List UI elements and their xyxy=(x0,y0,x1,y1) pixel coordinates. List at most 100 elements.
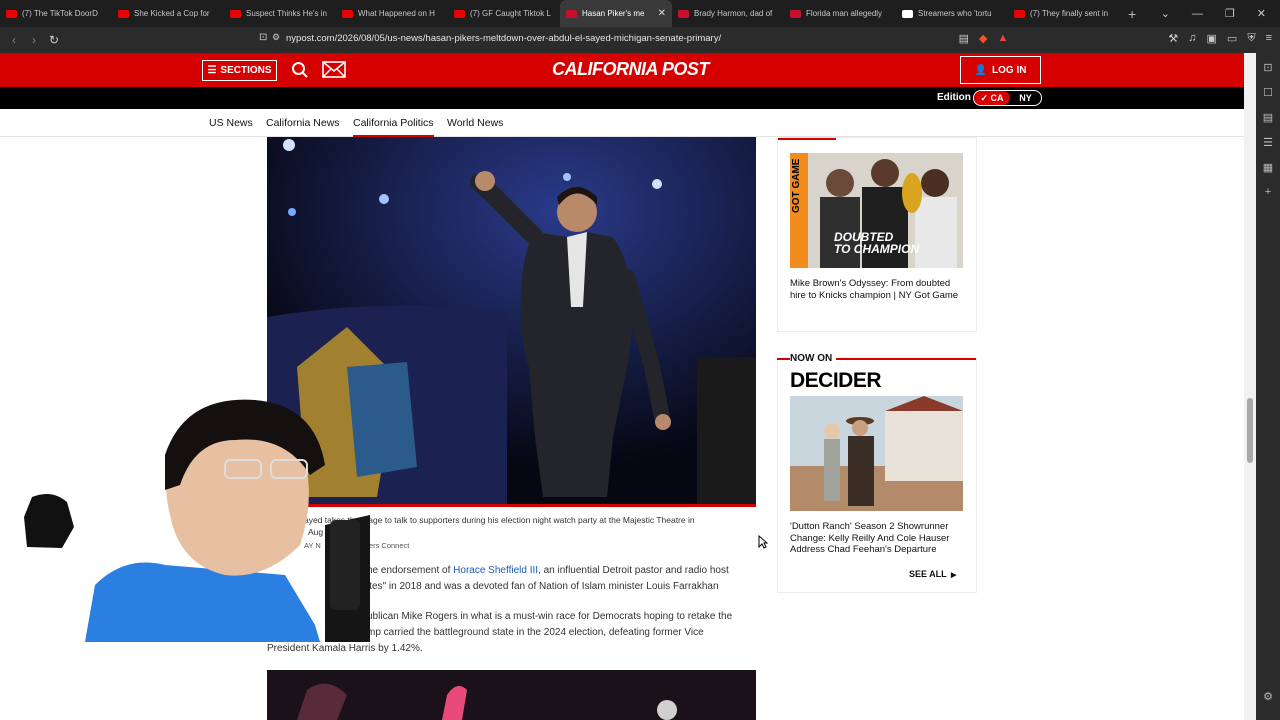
paragraph-text: , an influential Detroit pastor and radi… xyxy=(538,565,729,576)
dutton-ranch-headline[interactable]: 'Dutton Ranch' Season 2 Showrunner Chang… xyxy=(790,521,966,556)
browser-tab[interactable]: Streamers who 'tortu xyxy=(896,0,1008,27)
mail-icon[interactable] xyxy=(322,61,346,78)
sidepanel-icon[interactable]: ⊡ xyxy=(1263,61,1272,74)
sections-button[interactable]: ☰ SECTIONS xyxy=(202,60,277,81)
vpn-icon[interactable]: ⛨ xyxy=(1247,32,1255,45)
tab-title: (7) The TikTok DoorD xyxy=(22,9,98,18)
photo-caption: ayed takes the stage to talk to supporte… xyxy=(304,514,754,538)
tab-title: (7) They finally sent in xyxy=(1030,9,1109,18)
decider-logo[interactable]: DECIDER xyxy=(790,369,882,393)
sections-label: SECTIONS xyxy=(220,65,272,76)
got-game-badge-text: GOT GAME xyxy=(791,158,802,213)
url-field[interactable]: nypost.com/2026/08/05/us-news/hasan-pike… xyxy=(286,33,721,44)
scroll-thumb[interactable] xyxy=(1247,398,1253,463)
page-scrollbar[interactable] xyxy=(1244,53,1256,720)
user-icon: 👤 xyxy=(974,64,987,76)
youtube-icon xyxy=(1014,9,1025,18)
rewards-icon[interactable]: ▲ xyxy=(998,32,1009,45)
browser-tab[interactable]: Florida man allegedly xyxy=(784,0,896,27)
login-button[interactable]: 👤 LOG IN xyxy=(960,56,1041,84)
got-game-illustration: GOT GAME DOUBTED TO CHAMPION xyxy=(790,153,963,268)
browser-tab[interactable]: What Happened on H xyxy=(336,0,448,27)
login-label: LOG IN xyxy=(992,64,1027,76)
wallet-icon[interactable]: ▭ xyxy=(1227,32,1237,45)
edition-ca-option[interactable]: ✓ CA xyxy=(974,91,1010,105)
twitch-icon xyxy=(902,9,913,18)
paragraph-text: President Kamala Harris by 1.42%. xyxy=(267,643,423,654)
reader-icon[interactable]: ▤ xyxy=(959,32,969,45)
edition-bar: Edition ✓ CA NY xyxy=(0,87,1244,109)
to-champion-text: TO CHAMPION xyxy=(834,242,919,256)
paragraph-text: ublican Mike Rogers in what is a must-wi… xyxy=(367,611,733,622)
browser-tab[interactable]: She Kicked a Cop for xyxy=(112,0,224,27)
window-controls: ⌄ — ❐ ✕ xyxy=(1161,0,1280,27)
minimize-icon[interactable]: — xyxy=(1192,8,1203,20)
subnav-california-news[interactable]: California News xyxy=(266,117,340,129)
tab-title: Hasan Piker's me xyxy=(582,9,645,18)
site-logo[interactable]: CALIFORNIA POST xyxy=(552,59,709,80)
streamer-illustration xyxy=(85,399,370,642)
address-bar: ‹ › ↻ ⊡ ⚙ nypost.com/2026/08/05/us-news/… xyxy=(0,27,1280,53)
tab-title: Suspect Thinks He's in xyxy=(246,9,327,18)
nypost-icon xyxy=(790,9,801,18)
music-icon[interactable]: ♫ xyxy=(1188,32,1196,45)
settings-gear-icon[interactable]: ⚙ xyxy=(1263,690,1273,703)
bookmark-icon[interactable]: ⊡ xyxy=(259,32,267,43)
search-icon[interactable] xyxy=(291,61,309,79)
browser-tab-bar: (7) The TikTok DoorD She Kicked a Cop fo… xyxy=(0,0,1280,27)
sidepanel-icon[interactable]: ▦ xyxy=(1263,161,1273,174)
toolbar-icons: ▤ ◆ ▲ ⚒ ♫ ▣ ▭ ⛨ ≡ xyxy=(959,32,1272,45)
browser-tab-active[interactable]: Hasan Piker's me ✕ xyxy=(560,0,672,27)
brave-shield-icon[interactable]: ◆ xyxy=(979,32,987,45)
dutton-ranch-thumbnail[interactable] xyxy=(790,396,963,511)
sidepanel-icon[interactable]: ▤ xyxy=(1263,111,1273,124)
site-info-icon[interactable]: ⚙ xyxy=(272,32,280,43)
browser-tab[interactable]: Suspect Thinks He's in xyxy=(224,0,336,27)
forward-icon[interactable]: › xyxy=(24,33,44,47)
edition-label: Edition xyxy=(937,92,971,103)
back-icon[interactable]: ‹ xyxy=(4,33,24,47)
tab-title: Florida man allegedly xyxy=(806,9,883,18)
subnav-california-politics[interactable]: California Politics xyxy=(353,117,434,137)
section-subnav: US News California News California Polit… xyxy=(0,109,1244,137)
youtube-icon xyxy=(342,9,353,18)
subnav-us-news[interactable]: US News xyxy=(209,117,253,129)
horace-sheffield-link[interactable]: Horace Sheffield III xyxy=(453,565,538,576)
browser-tab[interactable]: Brady Harmon, dad of xyxy=(672,0,784,27)
edition-toggle[interactable]: ✓ CA NY xyxy=(973,90,1042,106)
crowd-photo-illustration xyxy=(267,670,756,720)
extensions-icon[interactable]: ⚒ xyxy=(1168,32,1178,45)
close-window-icon[interactable]: ✕ xyxy=(1257,7,1266,20)
credit-text-2: ers Connect xyxy=(368,541,410,550)
add-panel-icon[interactable]: + xyxy=(1265,186,1271,198)
see-all-link[interactable]: SEE ALL ▶ xyxy=(909,569,956,579)
new-tab-button[interactable]: + xyxy=(1128,6,1136,22)
restore-icon[interactable]: ❐ xyxy=(1225,7,1235,20)
reload-icon[interactable]: ↻ xyxy=(44,33,64,47)
sidebar-icon[interactable]: ▣ xyxy=(1207,32,1217,45)
nypost-icon xyxy=(678,9,689,18)
silhouette-illustration xyxy=(24,493,74,548)
dutton-ranch-illustration xyxy=(790,396,963,511)
sidepanel-icon[interactable]: ☐ xyxy=(1263,86,1273,99)
browser-tab[interactable]: (7) GF Caught Tiktok L xyxy=(448,0,560,27)
nypost-icon xyxy=(566,9,577,18)
subnav-world-news[interactable]: World News xyxy=(447,117,503,129)
got-game-headline[interactable]: Mike Brown's Odyssey: From doubted hire … xyxy=(790,278,966,301)
edition-ny-option[interactable]: NY xyxy=(1010,91,1041,105)
see-all-label: SEE ALL xyxy=(909,569,947,579)
tab-title: (7) GF Caught Tiktok L xyxy=(470,9,551,18)
browser-tab[interactable]: (7) The TikTok DoorD xyxy=(0,0,112,27)
menu-icon[interactable]: ≡ xyxy=(1266,32,1272,45)
youtube-icon xyxy=(118,9,129,18)
sidepanel-icon[interactable]: ☰ xyxy=(1263,136,1273,149)
tab-list-chevron-icon[interactable]: ⌄ xyxy=(1161,7,1170,20)
tab-title: What Happened on H xyxy=(358,9,435,18)
mouse-cursor-icon xyxy=(758,535,768,549)
paragraph-text: mp carried the battleground state in the… xyxy=(367,627,704,638)
got-game-thumbnail[interactable]: GOT GAME DOUBTED TO CHAMPION xyxy=(790,153,963,268)
close-tab-icon[interactable]: ✕ xyxy=(658,8,666,19)
tab-title: Streamers who 'tortu xyxy=(918,9,992,18)
mini-camera-silhouette xyxy=(22,492,76,550)
browser-tab[interactable]: (7) They finally sent in xyxy=(1008,0,1120,27)
